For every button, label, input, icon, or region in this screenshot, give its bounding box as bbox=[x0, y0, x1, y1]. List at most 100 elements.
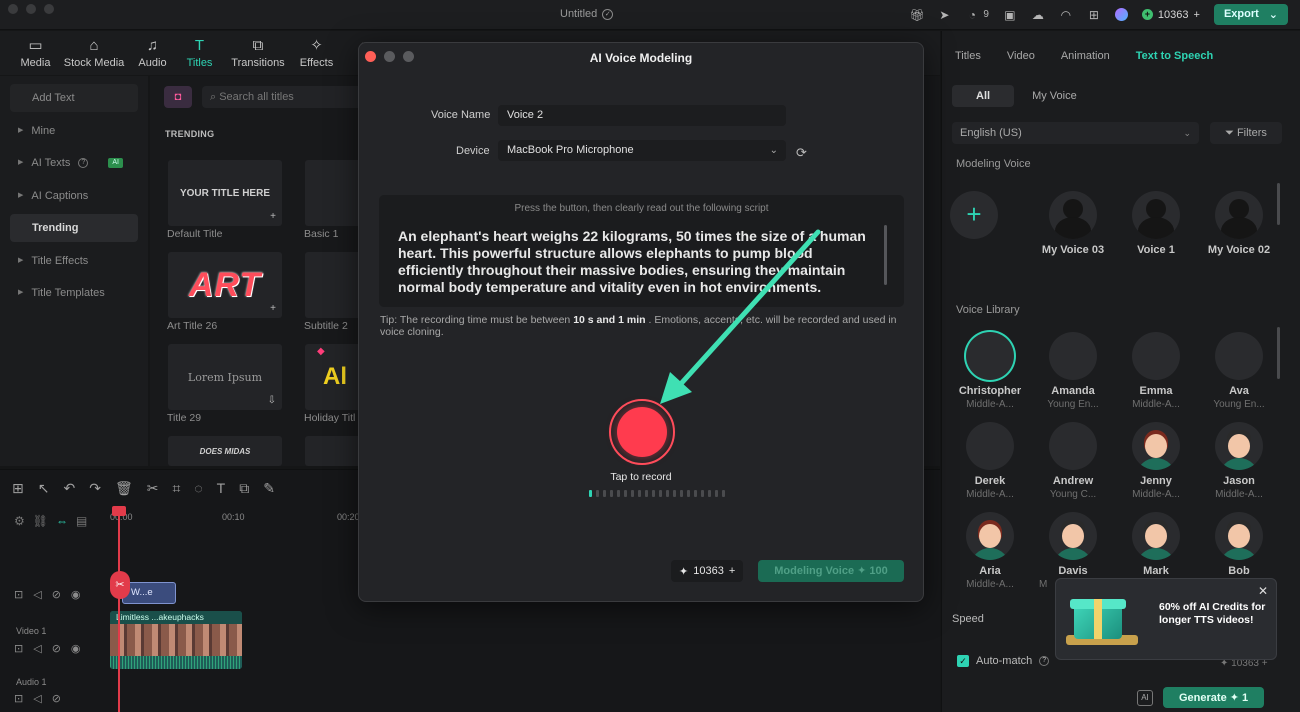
add-credit-icon[interactable]: + bbox=[1194, 9, 1200, 21]
ai-icon[interactable]: AI bbox=[1137, 689, 1153, 706]
tab-titles-props[interactable]: Titles bbox=[955, 50, 981, 62]
notification-icon[interactable]: ◔ bbox=[965, 8, 979, 22]
mute-icon[interactable]: ⊘ bbox=[52, 642, 61, 655]
title-thumb[interactable] bbox=[305, 252, 365, 318]
category-add-text[interactable]: Add Text bbox=[10, 84, 138, 112]
promo-popup[interactable]: 60% off AI Credits for longer TTS videos… bbox=[1055, 578, 1277, 660]
title-thumb[interactable]: Al ◆ bbox=[305, 344, 365, 410]
gift-icon[interactable]: 🎁︎ bbox=[909, 8, 924, 22]
voice-card[interactable]: Derek Middle-A... bbox=[950, 422, 1030, 500]
filters-button[interactable]: ⏷ Filters bbox=[1210, 122, 1282, 144]
layout-icon[interactable]: ⊞ bbox=[12, 480, 24, 497]
link-icon[interactable]: ⛓︎ bbox=[33, 514, 48, 528]
speaker-icon[interactable]: ◁ bbox=[33, 642, 41, 655]
speaker-icon[interactable]: ◁ bbox=[33, 692, 41, 705]
delete-icon[interactable]: 🗑︎ bbox=[115, 480, 133, 497]
voice-card[interactable]: Christopher Middle-A... bbox=[950, 332, 1030, 410]
add-voice-button[interactable]: + bbox=[950, 191, 1030, 239]
settings-icon[interactable]: ⚙ bbox=[14, 514, 25, 528]
language-select[interactable]: English (US) ⌄ bbox=[952, 122, 1199, 144]
lock-icon[interactable]: ⊡ bbox=[14, 588, 23, 601]
headset-icon[interactable]: ◠ bbox=[1059, 8, 1073, 22]
lock-icon[interactable]: ⊡ bbox=[14, 692, 23, 705]
voice-card[interactable]: Jason Middle-A... bbox=[1199, 422, 1279, 500]
title-thumb[interactable]: YOUR TITLE HERE + bbox=[168, 160, 282, 226]
record-button[interactable] bbox=[609, 399, 675, 465]
playhead-handle[interactable] bbox=[112, 506, 126, 516]
pen-icon[interactable]: ✎ bbox=[263, 480, 275, 497]
speed-icon[interactable]: ◌ bbox=[194, 480, 202, 497]
auto-match-checkbox[interactable]: ✓ bbox=[957, 655, 969, 667]
device-select[interactable]: MacBook Pro Microphone ⌄ bbox=[498, 140, 786, 161]
video-clip[interactable]: Limitless ...akeuphacks bbox=[110, 611, 242, 669]
save-icon[interactable]: ▣ bbox=[1003, 8, 1017, 22]
voice-card[interactable]: Ava Young En... bbox=[1199, 332, 1279, 410]
voice-card[interactable]: Emma Middle-A... bbox=[1116, 332, 1196, 410]
generate-button[interactable]: Generate ✦ 1 bbox=[1163, 687, 1265, 708]
title-thumb[interactable]: Lorem Ipsum ⇩ bbox=[168, 344, 282, 410]
voice-card[interactable]: Voice 1 bbox=[1116, 191, 1196, 256]
help-icon[interactable]: ? bbox=[1039, 656, 1050, 666]
export-button[interactable]: Export ⌄ bbox=[1213, 4, 1288, 25]
mute-icon[interactable]: ⊘ bbox=[52, 692, 61, 705]
tab-audio[interactable]: ♫ Audio bbox=[129, 31, 176, 75]
tab-stock-media[interactable]: ⌂ Stock Media bbox=[59, 31, 129, 75]
modeling-scrollbar[interactable] bbox=[1277, 183, 1280, 225]
refresh-icon[interactable]: ⟳ bbox=[796, 145, 807, 161]
close-icon[interactable]: ✕ bbox=[1258, 584, 1268, 598]
credits-pill[interactable]: + 10363 + bbox=[1141, 9, 1200, 21]
select-tool-icon[interactable]: ↖ bbox=[38, 480, 50, 497]
title-thumb[interactable]: ART + bbox=[168, 252, 282, 318]
cloud-upload-icon[interactable]: ☁ bbox=[1031, 8, 1045, 22]
add-icon[interactable]: + bbox=[270, 303, 276, 314]
lock-icon[interactable]: ⊡ bbox=[14, 642, 23, 655]
add-icon[interactable]: + bbox=[270, 211, 276, 222]
help-icon[interactable]: ? bbox=[78, 158, 89, 168]
track-icon[interactable]: ▤ bbox=[76, 514, 87, 528]
eye-icon[interactable]: ◉ bbox=[71, 588, 81, 601]
voice-card[interactable]: Amanda Young En... bbox=[1033, 332, 1113, 410]
voice-card[interactable]: Jenny Middle-A... bbox=[1116, 422, 1196, 500]
close-window-button[interactable] bbox=[8, 4, 18, 14]
title-thumb[interactable] bbox=[305, 160, 365, 226]
category-trending[interactable]: Trending bbox=[10, 214, 138, 242]
minimize-window-button[interactable] bbox=[26, 4, 36, 14]
split-icon[interactable]: ✂ bbox=[147, 480, 159, 497]
voice-card[interactable]: Bob bbox=[1199, 512, 1279, 577]
subtab-all[interactable]: All bbox=[952, 85, 1015, 107]
subtab-my-voice[interactable]: My Voice bbox=[1032, 90, 1077, 102]
search-input[interactable]: ⌕ Search all titles bbox=[202, 86, 382, 108]
zoom-window-button[interactable] bbox=[44, 4, 54, 14]
crop-icon[interactable]: ⌗ bbox=[172, 480, 180, 497]
tab-text-to-speech[interactable]: Text to Speech bbox=[1136, 50, 1213, 62]
split-scissors-icon[interactable]: ✂ bbox=[110, 571, 130, 599]
mute-icon[interactable]: ⊘ bbox=[52, 588, 61, 601]
add-credit-icon[interactable]: + bbox=[729, 565, 735, 577]
voice-card[interactable]: Aria Middle-A... bbox=[950, 512, 1030, 590]
script-scrollbar[interactable] bbox=[884, 225, 887, 285]
title-clip[interactable]: W...e bbox=[122, 582, 176, 604]
tab-transitions[interactable]: ⧉ Transitions bbox=[223, 31, 293, 75]
title-thumb[interactable] bbox=[305, 436, 365, 466]
tab-effects[interactable]: ✧ Effects bbox=[293, 31, 340, 75]
modeling-voice-button[interactable]: Modeling Voice ✦ 100 bbox=[758, 560, 904, 582]
title-thumb[interactable]: DOES MIDAS bbox=[168, 436, 282, 466]
tab-titles[interactable]: T Titles bbox=[176, 31, 223, 75]
credit-balance[interactable]: ✦ 10363 + bbox=[671, 560, 744, 582]
voice-card[interactable]: Mark bbox=[1116, 512, 1196, 577]
category-title-templates[interactable]: ▶ Title Templates bbox=[10, 279, 138, 307]
mask-icon[interactable]: ⧉ bbox=[239, 480, 249, 497]
category-ai-texts[interactable]: ▶ AI Texts? AI bbox=[10, 149, 138, 177]
category-mine[interactable]: ▶ Mine bbox=[10, 117, 138, 145]
download-icon[interactable]: ⇩ bbox=[268, 395, 276, 406]
voice-name-input[interactable]: Voice 2 bbox=[498, 105, 786, 126]
grid-icon[interactable]: ⊞ bbox=[1087, 8, 1101, 22]
snap-icon[interactable]: ⇔ bbox=[56, 514, 68, 528]
ai-title-icon[interactable]: ◘ bbox=[164, 86, 192, 108]
eye-icon[interactable]: ◉ bbox=[71, 642, 81, 655]
tab-animation[interactable]: Animation bbox=[1061, 50, 1110, 62]
tab-video-props[interactable]: Video bbox=[1007, 50, 1035, 62]
category-ai-captions[interactable]: ▶ AI Captions bbox=[10, 182, 138, 210]
send-icon[interactable]: ➤ bbox=[937, 8, 951, 22]
tab-media[interactable]: ▭ Media bbox=[12, 31, 59, 75]
